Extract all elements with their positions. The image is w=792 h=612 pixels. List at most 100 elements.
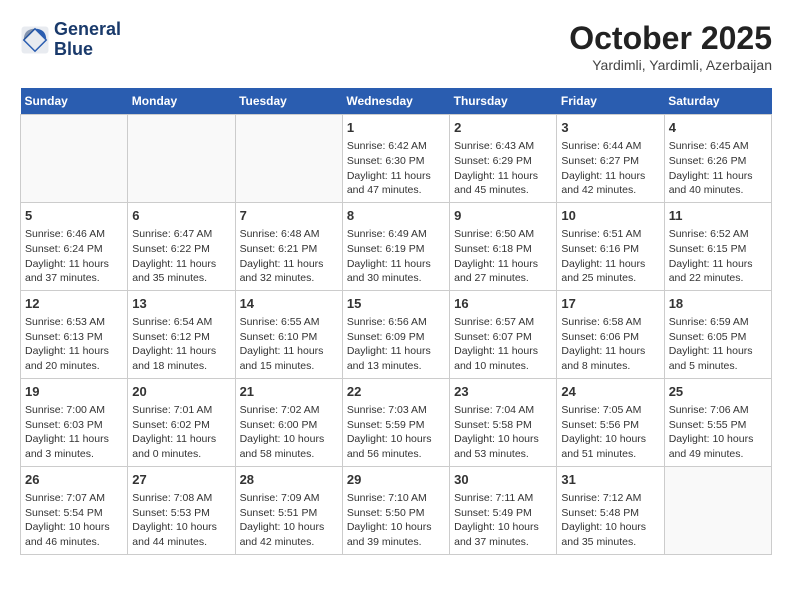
day-number: 11 [669,207,767,225]
day-info: Sunrise: 6:58 AM Sunset: 6:06 PM Dayligh… [561,316,645,372]
day-info: Sunrise: 7:08 AM Sunset: 5:53 PM Dayligh… [132,492,217,548]
calendar-cell: 2 Sunrise: 6:43 AM Sunset: 6:29 PM Daylig… [450,115,557,203]
day-number: 21 [240,383,338,401]
calendar-cell: 3 Sunrise: 6:44 AM Sunset: 6:27 PM Daylig… [557,115,664,203]
day-info: Sunrise: 6:48 AM Sunset: 6:21 PM Dayligh… [240,228,324,284]
title-area: October 2025 Yardimli, Yardimli, Azerbai… [569,20,772,73]
day-number: 13 [132,295,230,313]
day-info: Sunrise: 6:52 AM Sunset: 6:15 PM Dayligh… [669,228,753,284]
calendar-cell: 27 Sunrise: 7:08 AM Sunset: 5:53 PM Dayli… [128,466,235,554]
day-number: 9 [454,207,552,225]
day-info: Sunrise: 6:45 AM Sunset: 6:26 PM Dayligh… [669,140,753,196]
day-number: 4 [669,119,767,137]
calendar-week-row: 5 Sunrise: 6:46 AM Sunset: 6:24 PM Daylig… [21,202,772,290]
calendar-cell [235,115,342,203]
day-info: Sunrise: 7:03 AM Sunset: 5:59 PM Dayligh… [347,404,432,460]
day-number: 10 [561,207,659,225]
day-number: 14 [240,295,338,313]
calendar-cell: 24 Sunrise: 7:05 AM Sunset: 5:56 PM Dayli… [557,378,664,466]
calendar-cell: 4 Sunrise: 6:45 AM Sunset: 6:26 PM Daylig… [664,115,771,203]
day-info: Sunrise: 7:12 AM Sunset: 5:48 PM Dayligh… [561,492,646,548]
day-number: 5 [25,207,123,225]
logo: General Blue [20,20,121,60]
day-number: 22 [347,383,445,401]
logo-icon [20,25,50,55]
day-info: Sunrise: 7:00 AM Sunset: 6:03 PM Dayligh… [25,404,109,460]
calendar-cell: 29Sunrise: 7:10 AM Sunset: 5:50 PM Dayli… [342,466,449,554]
location: Yardimli, Yardimli, Azerbaijan [569,57,772,73]
day-number: 26 [25,471,123,489]
day-number: 7 [240,207,338,225]
day-number: 12 [25,295,123,313]
weekday-header: Saturday [664,88,771,115]
day-number: 29 [347,471,445,489]
day-number: 6 [132,207,230,225]
day-info: Sunrise: 6:50 AM Sunset: 6:18 PM Dayligh… [454,228,538,284]
calendar-week-row: 12 Sunrise: 6:53 AM Sunset: 6:13 PM Dayli… [21,290,772,378]
calendar-cell [21,115,128,203]
day-info: Sunrise: 6:43 AM Sunset: 6:29 PM Dayligh… [454,140,538,196]
day-number: 1 [347,119,445,137]
day-info: Sunrise: 7:02 AM Sunset: 6:00 PM Dayligh… [240,404,325,460]
day-number: 28 [240,471,338,489]
day-number: 17 [561,295,659,313]
day-number: 19 [25,383,123,401]
calendar-cell: 21 Sunrise: 7:02 AM Sunset: 6:00 PM Dayli… [235,378,342,466]
calendar-cell: 19 Sunrise: 7:00 AM Sunset: 6:03 PM Dayli… [21,378,128,466]
day-info: Sunrise: 6:51 AM Sunset: 6:16 PM Dayligh… [561,228,645,284]
day-info: Sunrise: 6:47 AM Sunset: 6:22 PM Dayligh… [132,228,216,284]
calendar-cell: 28Sunrise: 7:09 AM Sunset: 5:51 PM Dayli… [235,466,342,554]
day-number: 25 [669,383,767,401]
day-info: Sunrise: 7:04 AM Sunset: 5:58 PM Dayligh… [454,404,539,460]
calendar-header-row: SundayMondayTuesdayWednesdayThursdayFrid… [21,88,772,115]
weekday-header: Friday [557,88,664,115]
calendar-cell: 13 Sunrise: 6:54 AM Sunset: 6:12 PM Dayli… [128,290,235,378]
day-info: Sunrise: 7:01 AM Sunset: 6:02 PM Dayligh… [132,404,216,460]
calendar-cell [664,466,771,554]
day-number: 23 [454,383,552,401]
calendar-week-row: 26 Sunrise: 7:07 AM Sunset: 5:54 PM Dayli… [21,466,772,554]
calendar-cell: 11 Sunrise: 6:52 AM Sunset: 6:15 PM Dayli… [664,202,771,290]
calendar-cell: 18Sunrise: 6:59 AM Sunset: 6:05 PM Dayli… [664,290,771,378]
weekday-header: Sunday [21,88,128,115]
day-info: Sunrise: 6:46 AM Sunset: 6:24 PM Dayligh… [25,228,109,284]
calendar-cell: 23 Sunrise: 7:04 AM Sunset: 5:58 PM Dayli… [450,378,557,466]
calendar-cell: 12 Sunrise: 6:53 AM Sunset: 6:13 PM Dayli… [21,290,128,378]
calendar-cell [128,115,235,203]
calendar-cell: 16Sunrise: 6:57 AM Sunset: 6:07 PM Dayli… [450,290,557,378]
weekday-header: Monday [128,88,235,115]
day-number: 20 [132,383,230,401]
calendar-cell: 26 Sunrise: 7:07 AM Sunset: 5:54 PM Dayli… [21,466,128,554]
day-info: Sunrise: 6:49 AM Sunset: 6:19 PM Dayligh… [347,228,431,284]
day-number: 24 [561,383,659,401]
calendar: SundayMondayTuesdayWednesdayThursdayFrid… [20,88,772,555]
day-number: 31 [561,471,659,489]
calendar-cell: 31 Sunrise: 7:12 AM Sunset: 5:48 PM Dayli… [557,466,664,554]
day-info: Sunrise: 6:44 AM Sunset: 6:27 PM Dayligh… [561,140,645,196]
logo-text: General Blue [54,20,121,60]
day-info: Sunrise: 7:05 AM Sunset: 5:56 PM Dayligh… [561,404,646,460]
calendar-cell: 14Sunrise: 6:55 AM Sunset: 6:10 PM Dayli… [235,290,342,378]
weekday-header: Wednesday [342,88,449,115]
calendar-cell: 9 Sunrise: 6:50 AM Sunset: 6:18 PM Daylig… [450,202,557,290]
calendar-cell: 7 Sunrise: 6:48 AM Sunset: 6:21 PM Daylig… [235,202,342,290]
page-header: General Blue October 2025 Yardimli, Yard… [20,20,772,73]
day-number: 15 [347,295,445,313]
day-number: 8 [347,207,445,225]
day-info: Sunrise: 6:56 AM Sunset: 6:09 PM Dayligh… [347,316,431,372]
day-info: Sunrise: 6:42 AM Sunset: 6:30 PM Dayligh… [347,140,431,196]
day-number: 2 [454,119,552,137]
calendar-cell: 15 Sunrise: 6:56 AM Sunset: 6:09 PM Dayli… [342,290,449,378]
day-info: Sunrise: 6:53 AM Sunset: 6:13 PM Dayligh… [25,316,109,372]
calendar-cell: 20 Sunrise: 7:01 AM Sunset: 6:02 PM Dayli… [128,378,235,466]
calendar-cell: 1 Sunrise: 6:42 AM Sunset: 6:30 PM Daylig… [342,115,449,203]
day-info: Sunrise: 6:54 AM Sunset: 6:12 PM Dayligh… [132,316,216,372]
day-number: 3 [561,119,659,137]
calendar-cell: 8 Sunrise: 6:49 AM Sunset: 6:19 PM Daylig… [342,202,449,290]
day-number: 27 [132,471,230,489]
calendar-cell: 5 Sunrise: 6:46 AM Sunset: 6:24 PM Daylig… [21,202,128,290]
day-info: Sunrise: 6:59 AM Sunset: 6:05 PM Dayligh… [669,316,753,372]
calendar-week-row: 1 Sunrise: 6:42 AM Sunset: 6:30 PM Daylig… [21,115,772,203]
day-info: Sunrise: 7:07 AM Sunset: 5:54 PM Dayligh… [25,492,110,548]
day-number: 16 [454,295,552,313]
